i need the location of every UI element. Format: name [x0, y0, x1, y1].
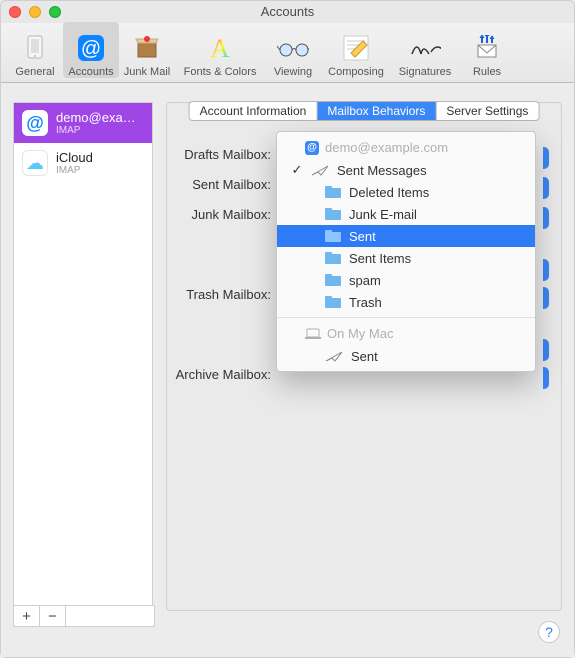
toolbar-signatures[interactable]: Signatures — [391, 22, 459, 78]
popup-section-account: @ demo@example.com — [277, 136, 535, 159]
popup-item-trash[interactable]: ✓ Trash — [277, 291, 535, 313]
account-text: iCloud IMAP — [56, 150, 93, 176]
popup-account-name: demo@example.com — [325, 140, 448, 155]
junk-icon — [131, 32, 163, 64]
tab-account-information[interactable]: Account Information — [190, 102, 318, 120]
traffic-lights — [9, 6, 61, 18]
account-name: demo@exa… — [56, 110, 136, 125]
sidebar-footer: + − — [13, 605, 155, 627]
toolbar-fonts-colors[interactable]: A Fonts & Colors — [175, 22, 265, 78]
glasses-icon — [277, 32, 309, 64]
drafts-dropdown[interactable] — [543, 147, 549, 169]
toolbar-composing[interactable]: Composing — [321, 22, 391, 78]
laptop-icon — [305, 328, 321, 340]
toolbar-label: General — [15, 66, 54, 78]
signature-icon — [409, 32, 441, 64]
close-window-button[interactable] — [9, 6, 21, 18]
general-icon — [19, 32, 51, 64]
popup-item-label: Trash — [349, 295, 382, 310]
popup-item-junk-email[interactable]: ✓ Junk E-mail — [277, 203, 535, 225]
settings-tabs: Account Information Mailbox Behaviors Se… — [189, 101, 540, 121]
popup-item-spam[interactable]: ✓ spam — [277, 269, 535, 291]
folder-icon — [325, 230, 341, 242]
titlebar: Accounts — [1, 1, 574, 23]
sidebar-footer-spacer — [66, 606, 154, 626]
popup-item-local-sent[interactable]: ✓ Sent — [277, 345, 535, 367]
at-icon: @ — [75, 32, 107, 64]
window-title: Accounts — [261, 4, 314, 19]
row-dropdown[interactable] — [543, 259, 549, 281]
tab-mailbox-behaviors[interactable]: Mailbox Behaviors — [317, 102, 436, 120]
popup-item-label: spam — [349, 273, 381, 288]
sent-icon — [325, 350, 343, 362]
row-dropdown[interactable] — [543, 339, 549, 361]
popup-item-label: Sent — [349, 229, 376, 244]
toolbar-label: Junk Mail — [124, 66, 170, 78]
minimize-window-button[interactable] — [29, 6, 41, 18]
toolbar-accounts[interactable]: @ Accounts — [63, 22, 119, 78]
folder-icon — [325, 296, 341, 308]
help-button[interactable]: ? — [538, 621, 560, 643]
tab-server-settings[interactable]: Server Settings — [436, 102, 538, 120]
checkmark-icon: ✓ — [291, 162, 303, 178]
popup-section-onmymac: On My Mac — [277, 322, 535, 345]
accounts-window: Accounts General @ Accounts Junk Mail — [0, 0, 575, 658]
account-text: demo@exa… IMAP — [56, 110, 136, 136]
svg-text:A: A — [211, 34, 230, 63]
folder-icon — [325, 208, 341, 220]
popup-onmymac-label: On My Mac — [327, 326, 393, 341]
accounts-sidebar: @ demo@exa… IMAP ☁ iCloud IMAP + − — [13, 102, 153, 606]
account-protocol: IMAP — [56, 125, 136, 136]
archive-dropdown[interactable] — [543, 367, 549, 389]
popup-item-label: Junk E-mail — [349, 207, 417, 222]
account-protocol: IMAP — [56, 165, 93, 176]
label-drafts: Drafts Mailbox: — [167, 147, 277, 162]
toolbar-label: Composing — [328, 66, 384, 78]
toolbar-general[interactable]: General — [7, 22, 63, 78]
label-sent: Sent Mailbox: — [167, 177, 277, 192]
toolbar-label: Accounts — [68, 66, 113, 78]
at-icon: @ — [22, 110, 48, 136]
popup-item-label: Sent Messages — [337, 163, 427, 178]
cloud-icon: ☁ — [22, 150, 48, 176]
account-row-icloud[interactable]: ☁ iCloud IMAP — [14, 143, 152, 183]
toolbar-viewing[interactable]: Viewing — [265, 22, 321, 78]
toolbar-label: Rules — [473, 66, 501, 78]
folder-icon — [325, 186, 341, 198]
account-row-demo[interactable]: @ demo@exa… IMAP — [14, 103, 152, 143]
toolbar-label: Signatures — [399, 66, 452, 78]
toolbar: General @ Accounts Junk Mail A Fonts & C… — [1, 23, 574, 83]
sent-icon — [311, 164, 329, 176]
toolbar-junkmail[interactable]: Junk Mail — [119, 22, 175, 78]
toolbar-rules[interactable]: Rules — [459, 22, 515, 78]
popup-item-deleted[interactable]: ✓ Deleted Items — [277, 181, 535, 203]
sent-dropdown[interactable] — [543, 177, 549, 199]
popup-item-sent-items[interactable]: ✓ Sent Items — [277, 247, 535, 269]
junk-dropdown[interactable] — [543, 207, 549, 229]
label-junk: Junk Mailbox: — [167, 207, 277, 222]
popup-item-label: Deleted Items — [349, 185, 429, 200]
zoom-window-button[interactable] — [49, 6, 61, 18]
trash-dropdown[interactable] — [543, 287, 549, 309]
popup-separator — [277, 317, 535, 318]
svg-text:@: @ — [81, 38, 101, 60]
add-account-button[interactable]: + — [14, 606, 40, 626]
popup-item-label: Sent — [351, 349, 378, 364]
folder-icon — [325, 274, 341, 286]
popup-item-label: Sent Items — [349, 251, 411, 266]
folder-icon — [325, 252, 341, 264]
toolbar-label: Fonts & Colors — [184, 66, 257, 78]
rules-icon — [471, 32, 503, 64]
at-icon: @ — [305, 141, 319, 155]
compose-icon — [340, 32, 372, 64]
account-name: iCloud — [56, 150, 93, 165]
toolbar-label: Viewing — [274, 66, 312, 78]
label-trash: Trash Mailbox: — [167, 287, 277, 302]
mailbox-popup: @ demo@example.com ✓ Sent Messages ✓ Del… — [276, 131, 536, 372]
popup-item-sent-messages[interactable]: ✓ Sent Messages — [277, 159, 535, 181]
popup-item-sent[interactable]: ✓ Sent — [277, 225, 535, 247]
remove-account-button[interactable]: − — [40, 606, 66, 626]
fonts-icon: A — [204, 32, 236, 64]
label-archive: Archive Mailbox: — [167, 367, 277, 382]
